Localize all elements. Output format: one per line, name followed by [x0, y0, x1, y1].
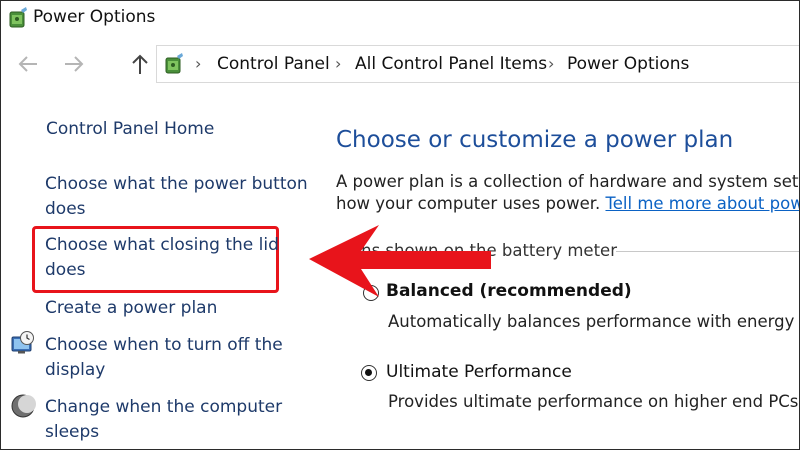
window-title: Power Options [33, 7, 156, 27]
description-line-2: how your computer uses power. Tell me mo… [336, 193, 799, 215]
ultimate-performance-radio[interactable] [361, 365, 377, 381]
plan-description: Provides ultimate performance on higher … [388, 392, 800, 411]
address-bar[interactable]: › Control Panel › All Control Panel Item… [156, 45, 799, 83]
page-description: A power plan is a collection of hardware… [336, 171, 800, 215]
sidebar-item-closing-lid[interactable]: Choose what closing the lid does [45, 233, 279, 283]
plan-description: Automatically balances performance with … [388, 312, 800, 331]
breadcrumb-power-options[interactable]: Power Options [567, 54, 689, 74]
plan-name[interactable]: Ultimate Performance [386, 362, 572, 382]
sidebar-item-label: Create a power plan [45, 298, 218, 318]
description-line: A power plan is a collection of hardware… [336, 172, 800, 191]
sidebar-item-turn-off-display[interactable]: Choose when to turn off the display [45, 333, 283, 383]
power-options-window: Power Options › Control Panel › All Cont… [0, 0, 800, 450]
description-text: how your computer uses power. [336, 194, 601, 213]
monitor-clock-icon [11, 331, 34, 354]
annotation-arrow-icon [309, 225, 491, 297]
sidebar-item-label: Choose when to turn off the [45, 335, 283, 355]
sidebar-item-label: does [45, 260, 86, 280]
up-arrow-icon[interactable] [127, 51, 153, 77]
sidebar-item-label: Change when the computer [45, 397, 283, 417]
divider [616, 251, 799, 252]
sidebar-item-label: display [45, 360, 106, 380]
breadcrumb-all-items[interactable]: All Control Panel Items [355, 54, 547, 74]
sidebar-item-create-plan[interactable]: Create a power plan [45, 296, 217, 321]
breadcrumb-separator-icon[interactable]: › [335, 54, 341, 73]
sidebar-item-label: does [45, 199, 86, 219]
sidebar-item-label: Choose what closing the lid [45, 235, 279, 255]
power-options-icon [9, 7, 27, 28]
breadcrumb-separator-icon[interactable]: › [195, 54, 201, 73]
breadcrumb-control-panel[interactable]: Control Panel [217, 54, 330, 74]
sidebar-item-label: Choose what the power button [45, 174, 308, 194]
power-options-icon [165, 53, 183, 74]
sidebar-item-sleep[interactable]: Change when the computer sleeps [45, 395, 282, 445]
page-title: Choose or customize a power plan [336, 127, 734, 153]
title-bar: Power Options [1, 1, 799, 35]
back-arrow-icon[interactable] [15, 51, 41, 77]
sidebar-item-power-button[interactable]: Choose what the power button does [45, 172, 308, 222]
breadcrumb-separator-icon[interactable]: › [548, 54, 554, 73]
sidebar-item-label: sleeps [45, 422, 100, 442]
navigation-bar: › Control Panel › All Control Panel Item… [1, 41, 799, 85]
forward-arrow-icon[interactable] [61, 51, 87, 77]
control-panel-home-link[interactable]: Control Panel Home [46, 117, 214, 142]
moon-icon [11, 394, 36, 418]
tell-me-more-link[interactable]: Tell me more about powe [605, 194, 799, 213]
